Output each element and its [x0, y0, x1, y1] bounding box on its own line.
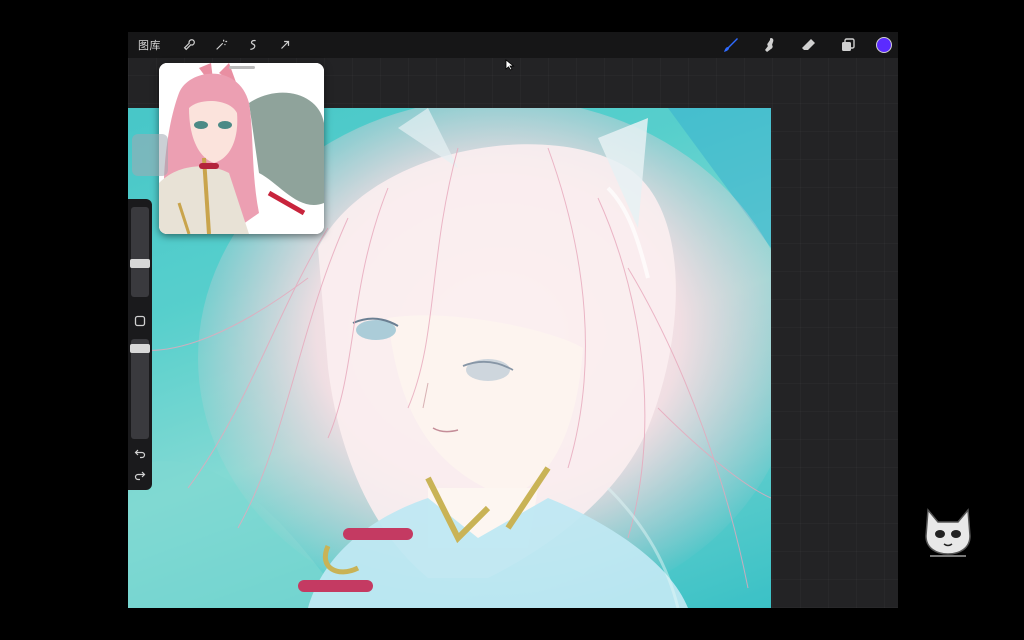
redo-button[interactable]	[132, 467, 148, 483]
smudge-icon	[765, 38, 774, 52]
mouse-cursor-icon	[505, 59, 515, 71]
top-toolbar: 图库	[128, 32, 898, 58]
brush-size-slider[interactable]	[130, 207, 150, 297]
redo-icon	[134, 471, 146, 481]
procreate-app: 图库	[128, 32, 898, 608]
modify-button[interactable]	[132, 313, 148, 329]
paint-brush-button[interactable]	[720, 34, 742, 56]
smudge-button[interactable]	[759, 34, 781, 56]
brush-size-thumb[interactable]	[130, 258, 150, 268]
transform-arrow-icon	[281, 40, 290, 49]
transform-button[interactable]	[275, 35, 295, 55]
gallery-button[interactable]: 图库	[138, 37, 161, 53]
layers-button[interactable]	[837, 34, 859, 56]
adjustments-button[interactable]	[211, 35, 231, 55]
layers-icon	[842, 38, 855, 51]
brush-icon	[724, 38, 738, 52]
undo-icon	[134, 449, 146, 459]
selection-icon	[250, 39, 256, 50]
right-tool-group	[720, 32, 898, 58]
undo-button[interactable]	[132, 445, 148, 461]
eraser-icon	[802, 39, 815, 50]
cat-mascot-logo-icon	[925, 508, 971, 557]
reference-window[interactable]	[159, 63, 324, 234]
selection-button[interactable]	[243, 35, 263, 55]
reference-image	[159, 63, 324, 234]
opacity-slider[interactable]	[130, 339, 150, 439]
magic-wand-icon	[216, 39, 228, 50]
color-picker-button[interactable]	[876, 37, 892, 53]
actions-wrench-button[interactable]	[179, 35, 199, 55]
modify-square-icon	[134, 315, 146, 327]
brush-sidebar	[128, 199, 152, 490]
eraser-button[interactable]	[798, 34, 820, 56]
modify-button-overlay[interactable]	[132, 134, 168, 176]
wrench-icon	[183, 39, 195, 51]
reference-drag-handle[interactable]	[229, 66, 255, 69]
opacity-thumb[interactable]	[130, 343, 150, 353]
